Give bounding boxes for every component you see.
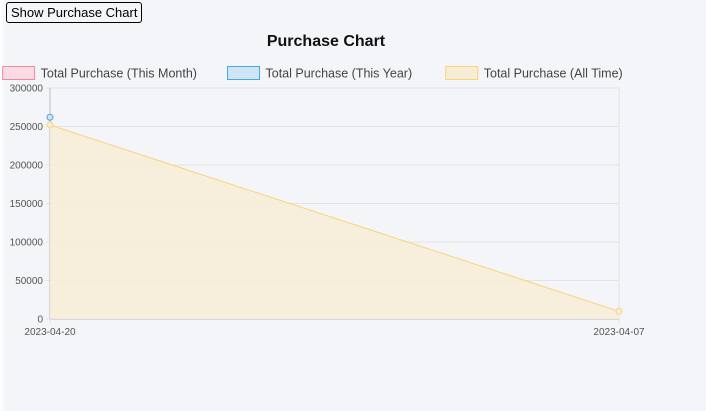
data-point-all <box>46 121 54 129</box>
legend: Total Purchase (This Month) Total Purchas… <box>2 66 623 81</box>
x-tick-label: 2023-04-20 <box>24 327 76 338</box>
y-tick-label: 100000 <box>10 238 44 249</box>
y-tick-label: 0 <box>37 315 43 326</box>
data-point-year <box>46 113 54 121</box>
purchase-chart: Purchase Chart 0 50000 100000 150000 200000 2… <box>2 33 645 338</box>
y-tick-label: 150000 <box>10 199 44 210</box>
chart-title: Purchase Chart <box>267 33 386 50</box>
y-tick-label: 250000 <box>10 122 44 133</box>
y-tick-label: 50000 <box>15 276 43 287</box>
y-tick-label: 200000 <box>10 161 44 172</box>
legend-label-all: Total Purchase (All Time) <box>484 67 623 81</box>
x-tick-label: 2023-04-07 <box>593 327 645 338</box>
legend-label-year: Total Purchase (This Year) <box>266 67 413 81</box>
legend-swatch-year <box>227 66 260 80</box>
legend-swatch-all <box>445 66 479 80</box>
series-area-all <box>50 124 619 320</box>
legend-label-month: Total Purchase (This Month) <box>41 67 197 81</box>
y-tick-label: 300000 <box>10 84 44 95</box>
legend-swatch-month <box>2 66 36 80</box>
series <box>46 113 623 320</box>
data-point-all <box>615 307 623 315</box>
